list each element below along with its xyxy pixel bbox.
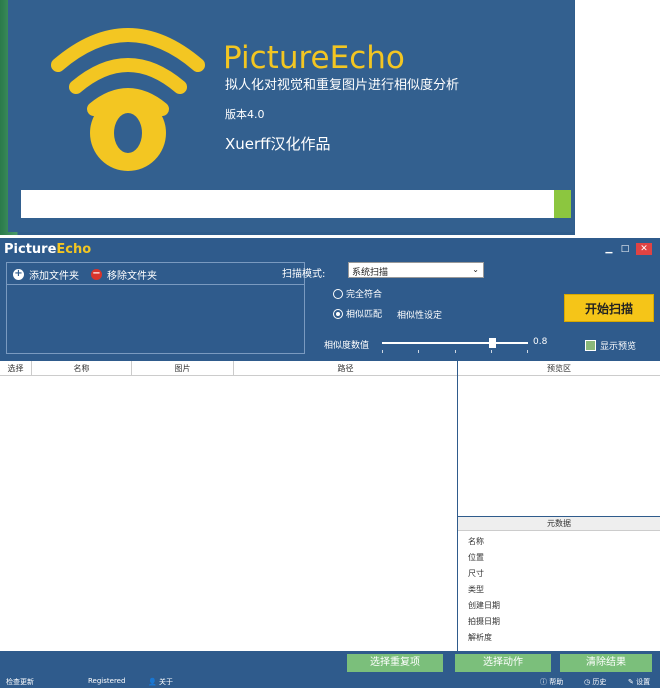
settings-link[interactable]: ✎ 设置 <box>628 677 650 687</box>
folders-toolbar: + 添加文件夹 − 移除文件夹 <box>7 263 304 285</box>
about-link[interactable]: 👤 关于 <box>148 677 173 687</box>
checkbox-icon <box>585 340 596 351</box>
radio-similar-match[interactable]: 相似匹配 <box>333 307 382 320</box>
app-subtitle: 拟人化对视觉和重复图片进行相似度分析 <box>225 78 460 93</box>
slider-tick <box>527 350 528 353</box>
action-bar: 选择重复项 选择动作 清除结果 <box>0 651 660 675</box>
metadata-field-taken: 拍摄日期 <box>468 617 500 626</box>
results-table-header: 选择 名称 图片 路径 <box>0 361 457 376</box>
chevron-down-icon: ⌄ <box>472 265 479 274</box>
similarity-label: 相似度数值 <box>324 341 370 351</box>
start-scan-button[interactable]: 开始扫描 <box>564 294 654 322</box>
minimize-button[interactable]: ▁ <box>602 243 616 255</box>
metadata-field-location: 位置 <box>468 553 484 562</box>
brand-part-1: Picture <box>4 242 57 257</box>
clear-results-button[interactable]: 清除结果 <box>560 654 652 672</box>
history-label: 历史 <box>592 678 607 686</box>
slider-tick <box>418 350 419 353</box>
radio-circle-icon <box>333 288 343 299</box>
column-header-image[interactable]: 图片 <box>132 361 234 376</box>
column-header-path[interactable]: 路径 <box>234 361 457 376</box>
add-folder-button[interactable]: + 添加文件夹 <box>13 267 79 282</box>
preview-header: 预览区 <box>458 361 660 376</box>
maximize-button[interactable]: □ <box>618 243 632 255</box>
similarity-value: 0.8 <box>533 337 548 347</box>
metadata-field-size: 尺寸 <box>468 569 484 578</box>
metadata-field-name: 名称 <box>468 537 484 546</box>
radio-selected-icon <box>333 308 343 319</box>
add-folder-label: 添加文件夹 <box>29 271 79 282</box>
minus-icon: − <box>91 268 102 280</box>
column-header-name[interactable]: 名称 <box>32 361 132 376</box>
metadata-panel: 元数据 名称 位置 尺寸 类型 创建日期 拍摄日期 解析度 <box>458 517 660 651</box>
splash-panel: PictureEcho 拟人化对视觉和重复图片进行相似度分析 版本4.0 Xue… <box>8 0 574 232</box>
slider-thumb[interactable] <box>489 338 496 348</box>
remove-folder-button[interactable]: − 移除文件夹 <box>91 267 157 282</box>
desktop-background <box>575 0 660 235</box>
loading-progress-fill <box>554 190 571 218</box>
registered-status: Registered <box>88 677 126 685</box>
select-duplicates-button[interactable]: 选择重复项 <box>347 654 443 672</box>
exact-match-label: 完全符合 <box>346 290 383 300</box>
status-bar: 检查更新 Registered 👤 关于 ⓘ 帮助 ◷ 历史 ✎ 设置 <box>0 676 660 688</box>
preview-area: 预览区 <box>458 361 660 516</box>
metadata-field-type: 类型 <box>468 585 484 594</box>
scan-mode-select[interactable]: 系统扫描 ⌄ <box>348 262 484 278</box>
app-version: 版本4.0 <box>225 108 265 121</box>
remove-folder-label: 移除文件夹 <box>107 271 157 282</box>
info-icon: ⓘ <box>540 678 547 686</box>
select-action-button[interactable]: 选择动作 <box>455 654 551 672</box>
metadata-header: 元数据 <box>458 517 660 531</box>
close-button[interactable]: ✕ <box>636 243 652 255</box>
splash-screen: PictureEcho 拟人化对视觉和重复图片进行相似度分析 版本4.0 Xue… <box>0 0 580 235</box>
clock-icon: ◷ <box>584 678 591 686</box>
app-title: PictureEcho <box>223 40 405 76</box>
wifi-echo-logo-icon <box>51 28 205 171</box>
about-label: 关于 <box>158 678 173 686</box>
similarity-slider[interactable] <box>382 338 528 353</box>
show-preview-checkbox[interactable]: 显示预览 <box>585 339 636 352</box>
title-bar: PictureEcho ▁ □ ✕ <box>0 238 660 260</box>
wrench-icon: ✎ <box>628 678 634 686</box>
scan-mode-value: 系统扫描 <box>352 268 389 278</box>
show-preview-label: 显示预览 <box>600 342 637 352</box>
brand-part-2: Echo <box>56 242 92 257</box>
app-author: Xuerff汉化作品 <box>225 135 331 153</box>
person-icon: 👤 <box>148 678 157 686</box>
check-update-link[interactable]: 检查更新 <box>6 677 34 687</box>
app-brand: PictureEcho <box>4 242 91 257</box>
plus-icon: + <box>13 268 24 280</box>
history-link[interactable]: ◷ 历史 <box>584 677 606 687</box>
help-label: 帮助 <box>549 678 564 686</box>
main-window: PictureEcho ▁ □ ✕ + 添加文件夹 − 移除文件夹 扫描模式: … <box>0 238 660 688</box>
scan-mode-label: 扫描模式: <box>282 269 326 280</box>
slider-tick <box>491 350 492 353</box>
metadata-field-created: 创建日期 <box>468 601 500 610</box>
radio-exact-match[interactable]: 完全符合 <box>333 287 382 300</box>
similar-match-label: 相似匹配 <box>346 310 383 320</box>
slider-tick <box>382 350 383 353</box>
similarity-settings-link[interactable]: 相似性设定 <box>397 308 442 321</box>
folders-panel: + 添加文件夹 − 移除文件夹 <box>6 262 305 354</box>
loading-progress-bar <box>21 190 571 218</box>
help-link[interactable]: ⓘ 帮助 <box>540 677 563 687</box>
column-header-select[interactable]: 选择 <box>0 361 32 376</box>
metadata-field-resolution: 解析度 <box>468 633 492 642</box>
settings-label: 设置 <box>636 678 651 686</box>
slider-tick <box>455 350 456 353</box>
results-table[interactable]: 选择 名称 图片 路径 <box>0 361 457 651</box>
